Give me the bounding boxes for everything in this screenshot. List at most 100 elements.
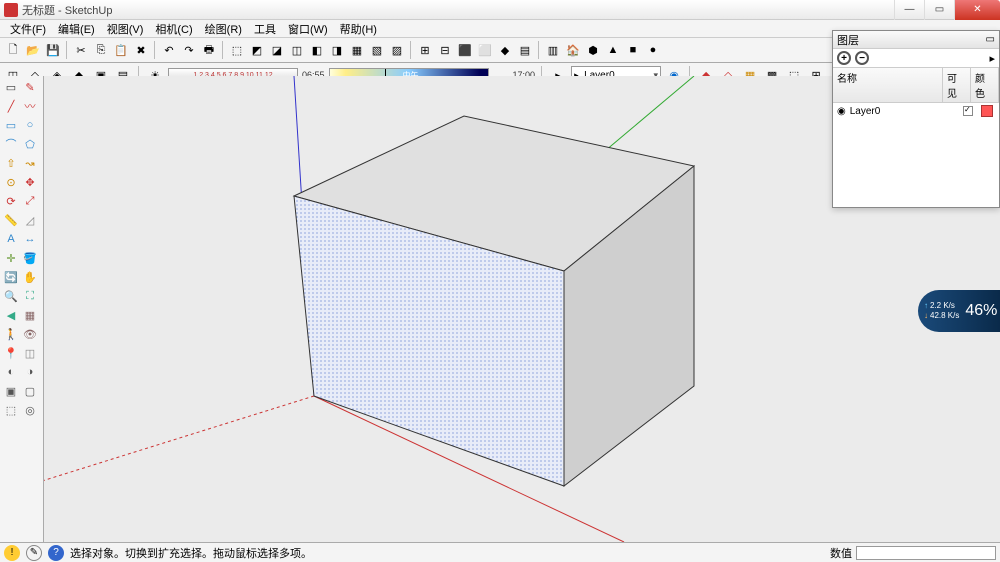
side-icon[interactable]: ● xyxy=(644,41,662,59)
g-icon[interactable]: ▧ xyxy=(368,41,386,59)
tape-tool[interactable]: 📏 xyxy=(2,211,20,229)
zoom-tool[interactable]: 🔍 xyxy=(2,287,20,305)
j-icon[interactable]: ⬜ xyxy=(476,41,494,59)
comp-icon[interactable]: ⊟ xyxy=(436,41,454,59)
save-icon[interactable]: 💾 xyxy=(44,41,62,59)
circle-tool[interactable]: ○ xyxy=(21,116,39,134)
paint-tool[interactable]: 🪣 xyxy=(21,249,39,267)
dim-tool[interactable]: ↔ xyxy=(21,230,39,248)
status-geo-icon[interactable]: ✎ xyxy=(26,545,42,561)
menu-item[interactable]: 相机(C) xyxy=(149,21,198,37)
rotate-tool[interactable]: ⟳ xyxy=(2,192,20,210)
a5-tool[interactable]: ⬚ xyxy=(2,401,20,419)
window-title: 无标题 - SketchUp xyxy=(22,2,894,18)
rect-tool[interactable]: ▭ xyxy=(2,116,20,134)
status-help-icon[interactable]: ? xyxy=(48,545,64,561)
group-icon[interactable]: ⊞ xyxy=(416,41,434,59)
layer-radio-icon[interactable]: ◉ xyxy=(837,106,846,117)
a1-tool[interactable]: ◐ xyxy=(2,363,20,381)
menu-item[interactable]: 帮助(H) xyxy=(334,21,383,37)
close-button[interactable]: ✕ xyxy=(954,0,1000,20)
layers-col-color[interactable]: 颜色 xyxy=(971,68,999,102)
axes-tool[interactable]: ✛ xyxy=(2,249,20,267)
freehand-tool[interactable]: 〰 xyxy=(21,97,39,115)
menu-item[interactable]: 绘图(R) xyxy=(199,21,248,37)
layers-col-name[interactable]: 名称 xyxy=(833,68,943,102)
protractor-tool[interactable]: ◿ xyxy=(21,211,39,229)
offset-tool[interactable]: ⊙ xyxy=(2,173,20,191)
pan-tool[interactable]: ✋ xyxy=(21,268,39,286)
position-tool[interactable]: 📍 xyxy=(2,344,20,362)
look-tool[interactable]: 👁 xyxy=(21,325,39,343)
layer-row[interactable]: ◉ Layer0 xyxy=(833,103,999,119)
layers-col-visible[interactable]: 可见 xyxy=(943,68,971,102)
eraser-tool[interactable]: ✎ xyxy=(21,78,39,96)
model-icon[interactable]: ⬚ xyxy=(228,41,246,59)
polygon-tool[interactable]: ⬠ xyxy=(21,135,39,153)
maximize-button[interactable]: ▭ xyxy=(924,0,954,20)
status-info-icon[interactable]: ! xyxy=(4,545,20,561)
layer-color-swatch[interactable] xyxy=(981,105,993,117)
menu-item[interactable]: 窗口(W) xyxy=(282,21,334,37)
move-tool[interactable]: ✥ xyxy=(21,173,39,191)
remove-layer-button[interactable]: − xyxy=(855,51,869,65)
copy-icon[interactable]: ⎘ xyxy=(92,41,110,59)
zoomext-tool[interactable]: ⛶ xyxy=(21,287,39,305)
a4-tool[interactable]: ▢ xyxy=(21,382,39,400)
net-download: 42.8 K/s xyxy=(924,311,959,321)
tool-palette: ▭✎╱〰▭○⌒⬠⇧↝⊙✥⟳⤢📏◿A↔✛🪣🔄✋🔍⛶◀▦🚶👁📍◫◐◑▣▢⬚◎ xyxy=(0,76,44,542)
cut-icon[interactable]: ✂ xyxy=(72,41,90,59)
line-tool[interactable]: ╱ xyxy=(2,97,20,115)
grid-icon[interactable]: ▤ xyxy=(516,41,534,59)
new-icon[interactable]: 🗋 xyxy=(4,41,22,59)
menu-item[interactable]: 编辑(E) xyxy=(52,21,101,37)
xray-tool[interactable]: ◫ xyxy=(21,344,39,362)
redo-icon[interactable]: ↷ xyxy=(180,41,198,59)
open-icon[interactable]: 📂 xyxy=(24,41,42,59)
a6-tool[interactable]: ◎ xyxy=(21,401,39,419)
text-tool[interactable]: A xyxy=(2,230,20,248)
undo-icon[interactable]: ↶ xyxy=(160,41,178,59)
panel-menu-icon[interactable]: ▭ xyxy=(986,34,995,45)
home-icon[interactable]: 🏠 xyxy=(564,41,582,59)
a2-tool[interactable]: ◑ xyxy=(21,363,39,381)
arc-tool[interactable]: ⌒ xyxy=(2,135,20,153)
pushpull-tool[interactable]: ⇧ xyxy=(2,154,20,172)
layers-panel-title[interactable]: 图层 ▭ xyxy=(833,31,999,49)
a-icon[interactable]: ◩ xyxy=(248,41,266,59)
menu-item[interactable]: 视图(V) xyxy=(101,21,150,37)
select-tool[interactable]: ▭ xyxy=(2,78,20,96)
followme-tool[interactable]: ↝ xyxy=(21,154,39,172)
layers-panel[interactable]: 图层 ▭ + − ▸ 名称 可见 颜色 ◉ Layer0 xyxy=(832,30,1000,208)
status-hint: 选择对象。切换到扩充选择。拖动鼠标选择多项。 xyxy=(70,545,312,561)
top-icon[interactable]: ▲ xyxy=(604,41,622,59)
d-icon[interactable]: ◧ xyxy=(308,41,326,59)
front-icon[interactable]: ■ xyxy=(624,41,642,59)
i-icon[interactable]: ⬛ xyxy=(456,41,474,59)
add-layer-button[interactable]: + xyxy=(837,51,851,65)
f-icon[interactable]: ▦ xyxy=(348,41,366,59)
b-icon[interactable]: ◪ xyxy=(268,41,286,59)
layer-visible-checkbox[interactable] xyxy=(963,106,973,116)
delete-icon[interactable]: ✖ xyxy=(132,41,150,59)
a3-tool[interactable]: ▣ xyxy=(2,382,20,400)
print-icon[interactable]: 🖶 xyxy=(200,41,218,59)
menu-item[interactable]: 文件(F) xyxy=(4,21,52,37)
paste-icon[interactable]: 📋 xyxy=(112,41,130,59)
h-icon[interactable]: ▨ xyxy=(388,41,406,59)
e-icon[interactable]: ◨ xyxy=(328,41,346,59)
prev-tool[interactable]: ◀ xyxy=(2,306,20,324)
network-widget[interactable]: 2.2 K/s 42.8 K/s 46% xyxy=(918,290,1000,332)
k-icon[interactable]: ◆ xyxy=(496,41,514,59)
iso-icon[interactable]: ⬢ xyxy=(584,41,602,59)
section-tool[interactable]: ▦ xyxy=(21,306,39,324)
layers-options-icon[interactable]: ▸ xyxy=(989,52,995,65)
minimize-button[interactable]: — xyxy=(894,0,924,20)
walk-tool[interactable]: 🚶 xyxy=(2,325,20,343)
value-input[interactable] xyxy=(856,546,996,560)
section-icon[interactable]: ▥ xyxy=(544,41,562,59)
orbit-tool[interactable]: 🔄 xyxy=(2,268,20,286)
menu-item[interactable]: 工具 xyxy=(248,21,282,37)
c-icon[interactable]: ◫ xyxy=(288,41,306,59)
scale-tool[interactable]: ⤢ xyxy=(21,192,39,210)
